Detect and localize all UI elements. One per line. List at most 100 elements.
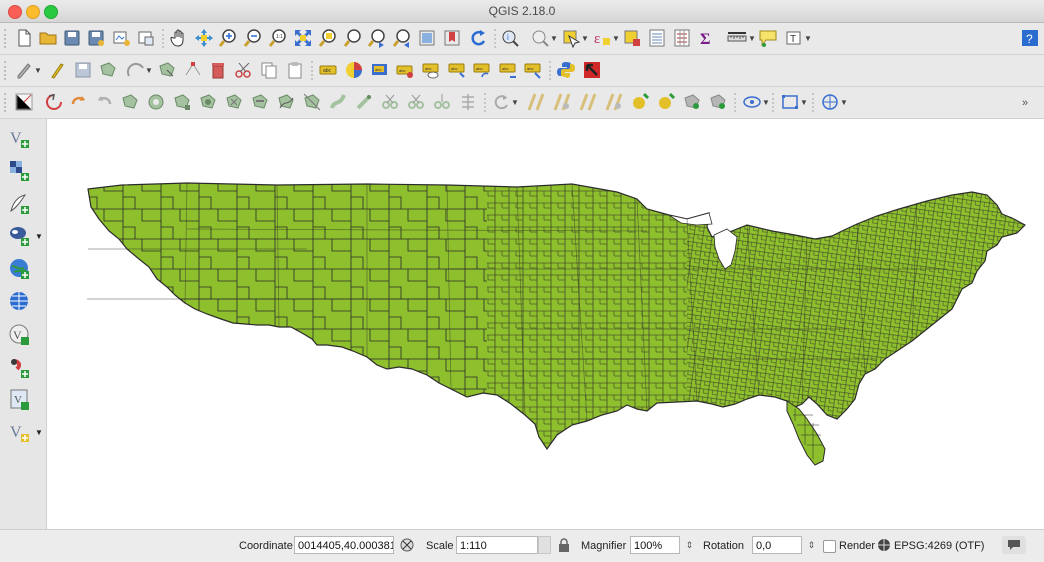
new-project-icon[interactable] [14,28,34,48]
lock-scale-icon[interactable] [557,537,571,553]
add-virtual-layer-icon[interactable]: V [7,387,33,413]
pan-to-selection-icon[interactable] [194,28,214,48]
chevron-down-icon[interactable]: ▼ [748,34,756,43]
raster-calculator-icon[interactable] [526,92,546,112]
open-attribute-table-icon[interactable] [622,28,642,48]
field-calculator-icon[interactable]: ε [592,28,612,48]
chevron-down-icon[interactable]: ▼ [34,66,42,75]
split-parts-icon[interactable] [354,92,374,112]
add-wms-layer-icon[interactable] [7,289,33,315]
scale-combobox[interactable]: 1:110 [456,536,538,554]
toolbar-grip[interactable] [4,93,10,112]
show-hide-labels-icon[interactable]: abc [421,60,441,80]
georeferencer-icon[interactable] [491,92,511,112]
zoom-in-icon[interactable] [218,28,238,48]
split-features-icon[interactable] [328,92,348,112]
add-circular-string-icon[interactable] [126,60,146,80]
digitize-regular-polygon-icon[interactable] [820,92,840,112]
new-map-view-icon[interactable] [417,28,437,48]
map-canvas[interactable] [47,119,1044,529]
merge-attributes-icon[interactable] [406,92,426,112]
diagram-options-icon[interactable] [344,60,364,80]
select-bbox-icon[interactable] [708,92,728,112]
add-feature-icon[interactable] [98,60,118,80]
map-tips-icon[interactable] [727,28,747,48]
label-tool-icon[interactable]: abc [318,60,338,80]
delete-selected-icon[interactable] [208,60,228,80]
toolbar-grip[interactable] [4,29,10,48]
add-spatialite-layer-icon[interactable] [7,256,33,282]
chevron-down-icon[interactable]: ▼ [762,98,770,107]
refresh-icon[interactable] [468,28,488,48]
gps-tools-icon[interactable] [682,92,702,112]
add-part-icon[interactable] [172,92,192,112]
digitize-rectangle-icon[interactable] [780,92,800,112]
zoom-to-selection-icon[interactable] [318,28,338,48]
crs-status-button[interactable]: EPSG:4269 (OTF) [894,540,984,552]
redo-icon[interactable] [69,92,89,112]
zoom-next-icon[interactable] [392,28,412,48]
move-feature-icon[interactable] [157,60,177,80]
save-layer-edits-icon[interactable] [73,60,93,80]
chevron-down-icon[interactable]: ▼ [145,66,153,75]
pin-labels-icon[interactable]: abc [395,60,415,80]
zoom-last-icon[interactable] [367,28,387,48]
magnifier-stepper[interactable]: ⇕ [684,536,695,554]
reshape-features-icon[interactable] [276,92,296,112]
add-raster-layer-icon[interactable] [7,158,33,184]
text-annotation-icon[interactable] [758,28,778,48]
chevron-down-icon[interactable]: ▼ [612,34,620,43]
open-project-icon[interactable] [38,28,58,48]
select-features-icon[interactable] [530,28,550,48]
pan-hand-icon[interactable] [169,28,189,48]
add-polygon-icon[interactable] [630,92,650,112]
rotate-label-icon[interactable]: abc [472,60,492,80]
sum-icon[interactable] [672,28,692,48]
composer-manager-icon[interactable] [136,28,156,48]
chevron-down-icon[interactable]: ▼ [800,98,808,107]
zoom-to-layer-icon[interactable] [343,28,363,48]
chevron-down-icon[interactable]: ▼ [840,98,848,107]
render-checkbox[interactable] [823,540,836,553]
save-as-icon[interactable] [86,28,106,48]
chevron-down-icon[interactable]: ▼ [550,34,558,43]
zoom-out-icon[interactable] [243,28,263,48]
add-oracle-layer-icon[interactable] [7,355,33,381]
identify-icon[interactable]: i [500,28,520,48]
measure-icon[interactable]: Σ [697,28,717,48]
chevron-down-icon[interactable]: ▼ [804,34,812,43]
rotation-field[interactable]: 0,0 [752,536,802,554]
toggle-editing-icon[interactable] [46,60,66,80]
add-wcs-layer-icon[interactable]: V [7,322,33,348]
help-icon[interactable]: ? [1020,28,1040,48]
undo-icon[interactable] [44,92,64,112]
fill-ring-icon[interactable] [198,92,218,112]
annotation-text-icon[interactable]: T [784,28,804,48]
save-project-icon[interactable] [62,28,82,48]
magnifier-field[interactable]: 100% [630,536,680,554]
add-delimited-text-icon[interactable] [7,191,33,217]
add-vector-layer-icon[interactable]: V [7,125,33,151]
new-shapefile-layer-icon[interactable]: V ▼ [7,419,43,445]
highlight-pinned-labels-icon[interactable]: abc [370,60,390,80]
crs-globe-icon[interactable] [877,538,891,552]
heatmap-icon[interactable] [552,92,572,112]
new-bookmark-icon[interactable] [442,28,462,48]
align-rasters-icon[interactable] [458,92,478,112]
plugin-arrow-icon[interactable] [582,60,602,80]
current-edits-icon[interactable] [14,60,34,80]
zoom-full-icon[interactable] [293,28,313,48]
rotate-point-symbols-icon[interactable] [432,92,452,112]
chevron-down-icon[interactable]: ▼ [511,98,519,107]
simplify-feature-icon[interactable] [120,92,140,112]
add-line-icon[interactable] [604,92,624,112]
coordinate-field[interactable]: 0014405,40.0003811 [294,536,394,554]
advanced-digitizing-icon[interactable] [14,92,34,112]
offset-curve-icon[interactable] [302,92,322,112]
toolbar-grip[interactable] [4,61,10,80]
zoom-actual-size-icon[interactable]: 1:1 [268,28,288,48]
copy-features-icon[interactable] [259,60,279,80]
chevron-down-icon[interactable]: ▼ [581,34,589,43]
new-print-composer-icon[interactable] [111,28,131,48]
python-console-icon[interactable] [556,60,576,80]
